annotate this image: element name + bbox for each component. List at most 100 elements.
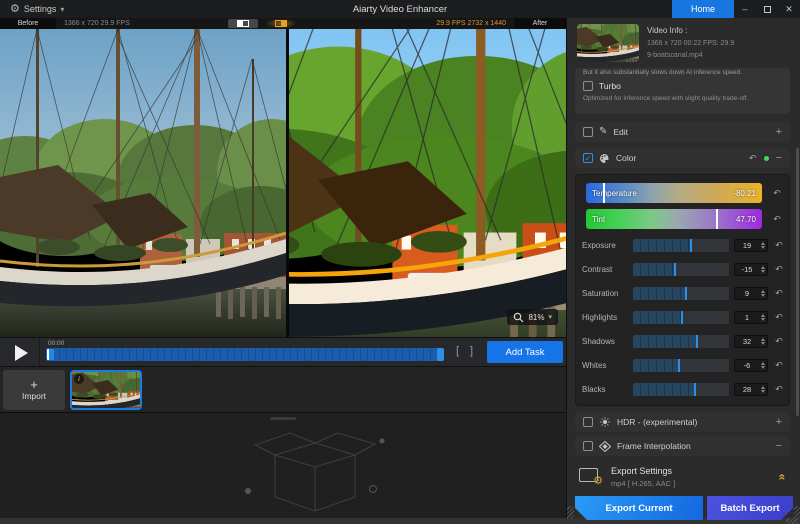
trim-start-marker[interactable]: [ <box>456 345 459 357</box>
exposure-slider[interactable] <box>633 239 729 252</box>
collapse-icon[interactable]: − <box>776 440 782 452</box>
slider-label: Contrast <box>582 265 628 274</box>
corner-accent <box>794 506 800 519</box>
zoom-control[interactable]: 81% ▾ <box>507 309 558 325</box>
hdr-label: HDR - (experimental) <box>617 417 697 427</box>
slider-handle[interactable] <box>690 239 692 252</box>
slider-handle[interactable] <box>696 335 698 348</box>
stepper[interactable] <box>759 290 767 297</box>
turbo-card: But it also substantially slows down AI … <box>575 68 790 114</box>
expand-icon[interactable]: + <box>776 416 782 428</box>
export-buttons-row: Export Current Batch Export <box>567 496 800 520</box>
stepper[interactable] <box>759 338 767 345</box>
stepper[interactable] <box>759 386 767 393</box>
frame-interpolation-icon <box>599 441 611 452</box>
panel-drag-handle[interactable] <box>270 417 296 420</box>
stepper[interactable] <box>759 362 767 369</box>
collapse-icon[interactable]: − <box>776 152 782 164</box>
slider-fill <box>633 287 685 300</box>
slider-handle[interactable] <box>694 383 696 396</box>
shadows-value-input[interactable]: 32 <box>734 335 768 348</box>
hdr-section-header[interactable]: HDR - (experimental) + <box>575 412 790 432</box>
after-video-frame <box>289 29 566 337</box>
whites-slider[interactable] <box>633 359 729 372</box>
contrast-slider[interactable] <box>633 263 729 276</box>
add-task-button[interactable]: Add Task <box>487 341 563 363</box>
before-tab[interactable]: Before <box>0 18 56 29</box>
exposure-value-input[interactable]: 19 <box>734 239 768 252</box>
whites-value-input[interactable]: -6 <box>734 359 768 372</box>
frame-interpolation-checkbox[interactable] <box>583 441 593 451</box>
timeline-track[interactable] <box>46 348 444 361</box>
saturation-slider[interactable] <box>633 287 729 300</box>
undo-icon[interactable]: ↶ <box>773 337 785 346</box>
tint-value: 47.70 <box>736 209 756 229</box>
temperature-slider[interactable]: Temperature -80.21 <box>586 183 762 203</box>
empty-box-illustration <box>230 427 400 519</box>
export-settings[interactable]: ⚙ Export Settings mp4 [ H.265, AAC ] « <box>575 460 790 494</box>
slider-fill <box>633 239 690 252</box>
playhead-handle[interactable] <box>47 349 54 360</box>
turbo-checkbox[interactable] <box>583 81 593 91</box>
home-button[interactable]: Home <box>672 0 734 18</box>
trim-end-handle[interactable] <box>437 348 444 361</box>
slider-handle[interactable] <box>681 311 683 324</box>
undo-icon[interactable]: ↶ <box>773 241 785 250</box>
undo-icon[interactable]: ↶ <box>773 361 785 370</box>
plus-icon: + <box>30 379 38 391</box>
highlights-value-input[interactable]: 1 <box>734 311 768 324</box>
import-button[interactable]: + Import <box>3 370 65 410</box>
after-tab[interactable]: After <box>514 18 566 29</box>
shadows-row: Shadows 32 ↶ <box>582 333 785 349</box>
undo-icon[interactable]: ↶ <box>773 385 785 394</box>
blacks-slider[interactable] <box>633 383 729 396</box>
edit-section-header[interactable]: ✎ Edit + <box>575 122 790 142</box>
slider-handle[interactable] <box>674 263 676 276</box>
clip-thumbnail[interactable]: i <box>70 370 142 410</box>
info-icon[interactable]: i <box>74 374 84 384</box>
contrast-value-input[interactable]: -15 <box>734 263 768 276</box>
maximize-button[interactable] <box>756 0 778 18</box>
trim-end-marker[interactable]: ] <box>470 345 473 357</box>
minimize-button[interactable]: – <box>734 0 756 18</box>
tint-slider[interactable]: Tint 47.70 <box>586 209 762 229</box>
saturation-value-input[interactable]: 9 <box>734 287 768 300</box>
edit-checkbox[interactable] <box>583 127 593 137</box>
compare-mode-side-button[interactable] <box>266 19 296 28</box>
batch-export-button[interactable]: Batch Export <box>707 496 793 520</box>
hdr-checkbox[interactable] <box>583 417 593 427</box>
zoom-level: 81% <box>528 313 544 322</box>
undo-icon[interactable]: ↶ <box>749 154 757 163</box>
panel-scrollbar[interactable] <box>796 148 799 416</box>
highlights-slider[interactable] <box>633 311 729 324</box>
after-preview: 81% ▾ <box>289 29 566 337</box>
stepper[interactable] <box>759 242 767 249</box>
frame-interpolation-section-header[interactable]: Frame Interpolation − <box>575 436 790 456</box>
shadows-slider[interactable] <box>633 335 729 348</box>
slider-handle[interactable] <box>678 359 680 372</box>
color-section-header[interactable]: ✓ Color ↶ − <box>575 148 790 168</box>
undo-icon[interactable]: ↶ <box>773 265 785 274</box>
undo-icon[interactable]: ↶ <box>773 215 781 224</box>
color-checkbox[interactable]: ✓ <box>583 153 593 163</box>
temperature-handle[interactable] <box>603 183 605 203</box>
undo-icon[interactable]: ↶ <box>773 313 785 322</box>
tint-handle[interactable] <box>716 209 718 229</box>
undo-icon[interactable]: ↶ <box>773 289 785 298</box>
double-chevron-up-icon[interactable]: « <box>776 474 790 481</box>
slider-handle[interactable] <box>685 287 687 300</box>
chevron-down-icon: ▾ <box>548 313 552 321</box>
close-button[interactable]: ✕ <box>778 0 800 18</box>
undo-icon[interactable]: ↶ <box>773 189 781 198</box>
video-info-image <box>577 24 639 62</box>
settings-menu[interactable]: ⚙ Settings ▾ <box>0 0 74 18</box>
before-resolution: 1366 x 720 29.9 FPS <box>64 18 130 29</box>
stepper[interactable] <box>759 314 767 321</box>
expand-icon[interactable]: + <box>776 126 782 138</box>
stepper[interactable] <box>759 266 767 273</box>
play-button[interactable] <box>0 338 40 367</box>
export-current-button[interactable]: Export Current <box>575 496 703 520</box>
edit-label: Edit <box>613 127 628 137</box>
compare-mode-split-button[interactable] <box>228 19 258 28</box>
blacks-value-input[interactable]: 28 <box>734 383 768 396</box>
